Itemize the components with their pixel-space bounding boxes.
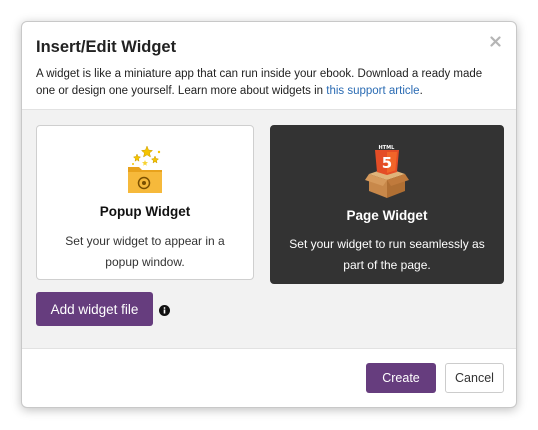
dialog-footer: Create Cancel <box>22 349 516 407</box>
html5-badge-text: 5 <box>382 154 392 172</box>
dialog-body: Popup Widget Set your widget to appear i… <box>22 110 516 349</box>
page-widget-description: Set your widget to run seamlessly as par… <box>289 237 485 272</box>
info-icon[interactable] <box>159 303 170 316</box>
page-widget-title: Page Widget <box>346 208 428 223</box>
popup-widget-card[interactable]: Popup Widget Set your widget to appear i… <box>36 125 254 280</box>
close-icon[interactable] <box>490 36 504 50</box>
add-widget-file-button[interactable]: Add widget file <box>36 292 153 326</box>
insert-edit-widget-dialog: Insert/Edit Widget A widget is like a mi… <box>21 21 517 408</box>
create-button[interactable]: Create <box>366 363 436 393</box>
dialog-description: A widget is like a miniature app that ca… <box>36 66 502 100</box>
dialog-header: Insert/Edit Widget A widget is like a mi… <box>22 22 516 110</box>
description-end: . <box>419 85 423 97</box>
popup-widget-title: Popup Widget <box>99 204 191 219</box>
folder-sparkle-icon <box>37 144 253 196</box>
dialog-title: Insert/Edit Widget <box>36 38 177 56</box>
html5-box-icon: HTML 5 <box>271 144 503 198</box>
popup-widget-description: Set your widget to appear in a popup win… <box>65 234 225 269</box>
support-article-link[interactable]: this support article <box>326 85 419 97</box>
cancel-button[interactable]: Cancel <box>445 363 504 393</box>
page-widget-card[interactable]: HTML 5 Page Widget Set your widget to ru… <box>270 125 504 284</box>
